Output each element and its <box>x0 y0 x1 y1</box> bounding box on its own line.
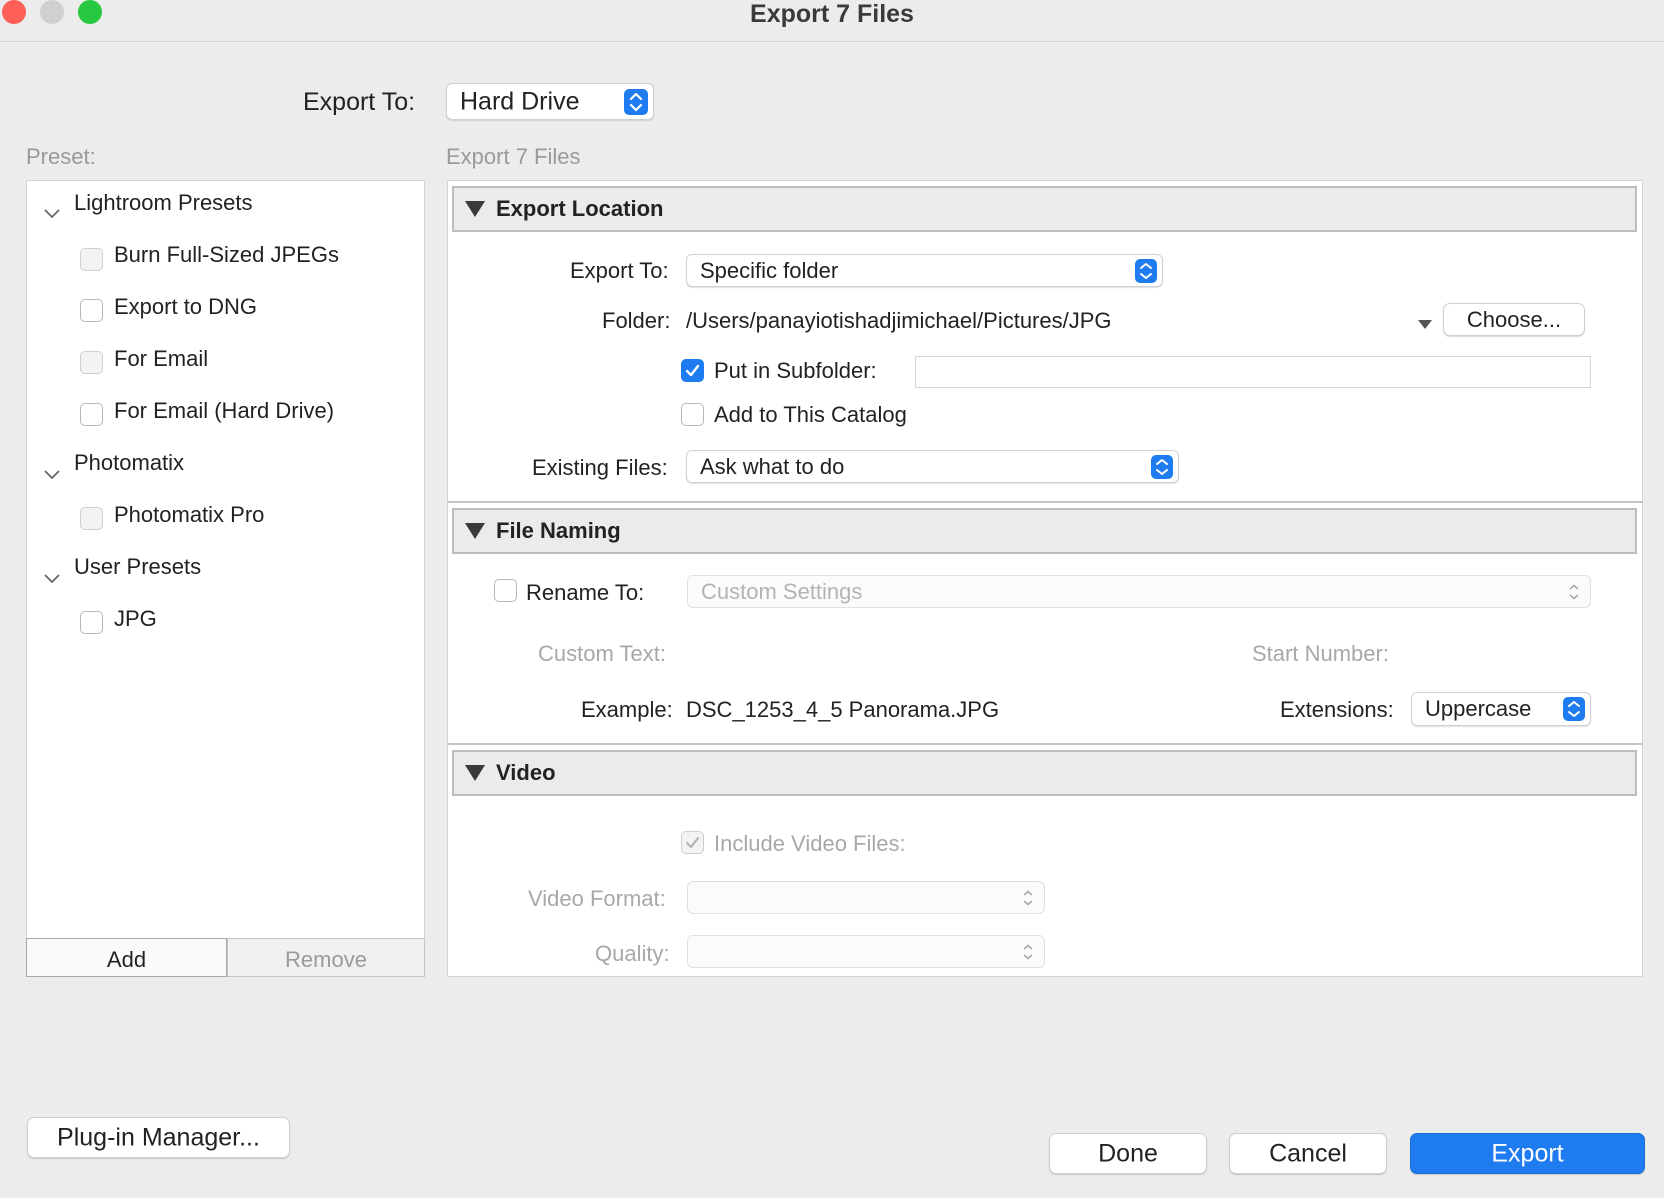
export-to-value: Hard Drive <box>460 87 580 115</box>
preset-item[interactable]: For Email <box>114 346 208 372</box>
folder-dropdown-icon[interactable] <box>1417 310 1433 336</box>
preset-item[interactable]: Burn Full-Sized JPEGs <box>114 242 339 268</box>
section-divider <box>447 501 1643 503</box>
chevron-down-icon[interactable] <box>44 564 60 590</box>
video-format-select[interactable] <box>687 881 1045 914</box>
rename-checkbox[interactable] <box>494 579 517 602</box>
done-button[interactable]: Done <box>1049 1133 1207 1174</box>
preset-checkbox[interactable] <box>80 507 103 530</box>
preset-checkbox[interactable] <box>80 248 103 271</box>
preset-checkbox[interactable] <box>80 299 103 322</box>
file-naming-header[interactable]: File Naming <box>452 508 1637 554</box>
preset-checkbox[interactable] <box>80 611 103 634</box>
rename-select[interactable]: Custom Settings <box>687 575 1591 608</box>
stepper-icon <box>1135 258 1157 283</box>
stepper-icon <box>1151 454 1173 479</box>
preset-label: Preset: <box>26 144 96 169</box>
extensions-value: Uppercase <box>1425 696 1532 721</box>
stepper-icon <box>1017 886 1039 910</box>
add-catalog-label: Add to This Catalog <box>714 402 907 427</box>
remove-preset-button[interactable]: Remove <box>227 938 425 977</box>
plugin-manager-button[interactable]: Plug-in Manager... <box>27 1117 290 1158</box>
stepper-icon <box>1563 580 1585 604</box>
subfolder-checkbox[interactable] <box>681 359 704 382</box>
include-video-checkbox[interactable] <box>681 831 704 854</box>
folder-label: Folder: <box>602 308 671 333</box>
disclosure-triangle-icon <box>465 765 485 781</box>
rename-label: Rename To: <box>526 580 645 605</box>
video-format-label: Video Format: <box>528 886 666 911</box>
existing-files-select[interactable]: Ask what to do <box>686 450 1179 483</box>
export-location-header[interactable]: Export Location <box>452 186 1637 232</box>
subfolder-input[interactable] <box>915 356 1591 388</box>
checkmark-icon <box>685 836 700 849</box>
start-number-label: Start Number: <box>1252 641 1389 666</box>
stepper-icon <box>1017 940 1039 964</box>
video-header[interactable]: Video <box>452 750 1637 796</box>
existing-files-value: Ask what to do <box>700 453 845 479</box>
quality-label: Quality: <box>595 941 670 966</box>
chevron-down-icon[interactable] <box>44 460 60 486</box>
window-title: Export 7 Files <box>750 0 914 28</box>
stepper-icon <box>624 88 648 115</box>
preset-item[interactable]: Photomatix Pro <box>114 502 264 528</box>
example-label: Example: <box>581 697 673 722</box>
stepper-icon <box>1563 697 1585 721</box>
existing-files-label: Existing Files: <box>532 455 668 480</box>
location-export-to-value: Specific folder <box>700 257 839 283</box>
custom-text-label: Custom Text: <box>538 641 666 666</box>
folder-path: /Users/panayiotishadjimichael/Pictures/J… <box>686 308 1112 333</box>
preset-group-lightroom[interactable]: Lightroom Presets <box>74 190 253 216</box>
checkmark-icon <box>685 364 700 377</box>
preset-group-photomatix[interactable]: Photomatix <box>74 450 184 476</box>
preset-group-user[interactable]: User Presets <box>74 554 201 580</box>
section-divider <box>447 743 1643 745</box>
cancel-button[interactable]: Cancel <box>1229 1133 1387 1174</box>
subfolder-label: Put in Subfolder: <box>714 358 877 383</box>
export-button[interactable]: Export <box>1410 1133 1645 1174</box>
location-export-to-select[interactable]: Specific folder <box>686 254 1163 287</box>
disclosure-triangle-icon <box>465 201 485 217</box>
export-to-label: Export To: <box>303 88 416 116</box>
extensions-label: Extensions: <box>1280 697 1394 722</box>
preset-checkbox[interactable] <box>80 403 103 426</box>
location-export-to-label: Export To: <box>570 258 669 283</box>
quality-select[interactable] <box>687 935 1045 968</box>
preset-item[interactable]: Export to DNG <box>114 294 257 320</box>
preset-checkbox[interactable] <box>80 351 103 374</box>
preset-item[interactable]: For Email (Hard Drive) <box>114 398 334 424</box>
include-video-label: Include Video Files: <box>714 831 906 856</box>
chevron-down-icon[interactable] <box>44 199 60 225</box>
export-to-select[interactable]: Hard Drive <box>446 83 654 120</box>
preset-item[interactable]: JPG <box>114 606 157 632</box>
choose-folder-button[interactable]: Choose... <box>1443 303 1585 336</box>
add-preset-button[interactable]: Add <box>26 938 227 977</box>
extensions-select[interactable]: Uppercase <box>1411 692 1591 726</box>
disclosure-triangle-icon <box>465 523 485 539</box>
example-value: DSC_1253_4_5 Panorama.JPG <box>686 697 1000 722</box>
settings-header: Export 7 Files <box>446 144 581 169</box>
add-catalog-checkbox[interactable] <box>681 403 704 426</box>
rename-value: Custom Settings <box>701 578 863 604</box>
